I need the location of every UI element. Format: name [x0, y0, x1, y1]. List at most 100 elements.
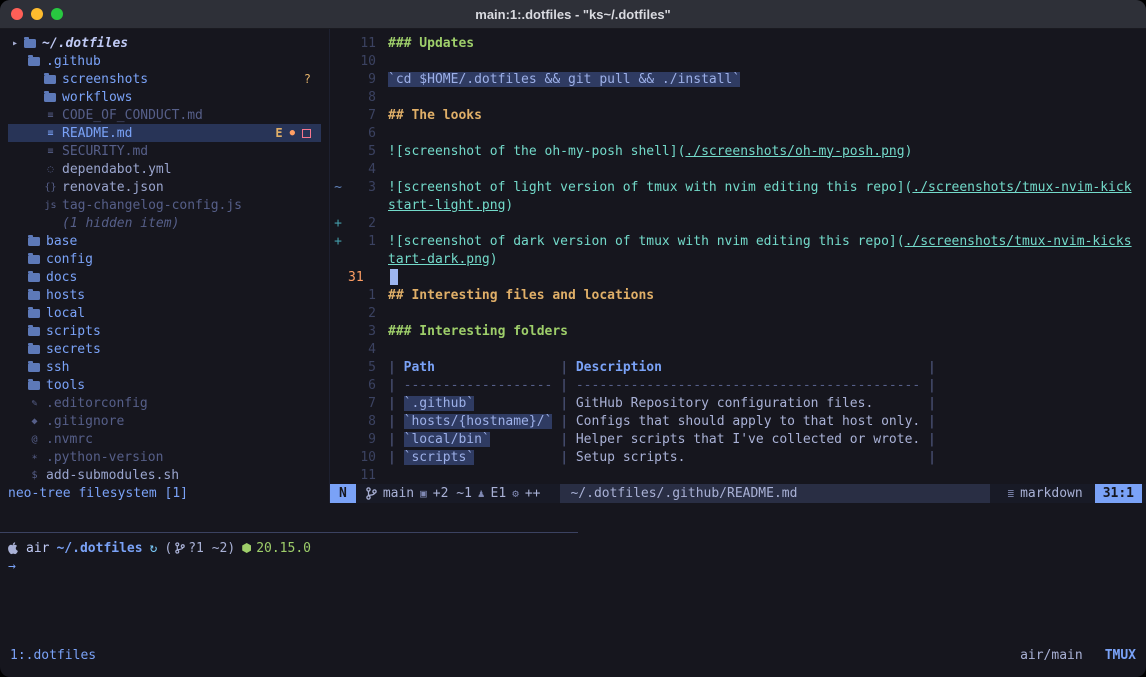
editor-line[interactable]: 2: [330, 304, 1146, 322]
maximize-button[interactable]: [51, 8, 63, 20]
tree-item-workflows[interactable]: workflows: [8, 88, 321, 106]
filetype-label: markdown: [1020, 486, 1083, 501]
tree-item-base[interactable]: base: [8, 232, 321, 250]
editor-line[interactable]: 3### Interesting folders: [330, 322, 1146, 340]
tree-item-local[interactable]: local: [8, 304, 321, 322]
editor-line[interactable]: 1## Interesting files and locations: [330, 286, 1146, 304]
prompt-input-line[interactable]: →: [8, 557, 1138, 575]
plugin-status: ++: [525, 486, 541, 501]
folder-icon: [28, 309, 40, 318]
tree-item-screenshots[interactable]: screenshots?: [8, 70, 321, 88]
editor-line[interactable]: +1![screenshot of dark version of tmux w…: [330, 232, 1146, 250]
window-title: main:1:.dotfiles - "ks~/.dotfiles": [475, 7, 670, 22]
git-branch-name: main: [383, 486, 414, 501]
tree-item-python-version[interactable]: ∗.python-version: [8, 448, 321, 466]
editor-line[interactable]: tart-dark.png): [330, 250, 1146, 268]
line-number: 7: [346, 396, 376, 411]
tree-item-add-submodules-sh[interactable]: $add-submodules.sh: [8, 466, 321, 484]
tree-item-scripts[interactable]: scripts: [8, 322, 321, 340]
tree-item-label: hosts: [46, 288, 85, 303]
tree-item-label: renovate.json: [62, 180, 164, 195]
untracked-icon: ?: [304, 72, 311, 86]
editor-line[interactable]: 31: [330, 268, 1146, 286]
editor-line[interactable]: 9`cd $HOME/.dotfiles && git pull && ./in…: [330, 70, 1146, 88]
editor-line[interactable]: 8: [330, 88, 1146, 106]
tree-item-label: workflows: [62, 90, 132, 105]
markdown-file-icon: ≡: [44, 110, 57, 121]
tree-item-nvmrc[interactable]: @.nvmrc: [8, 430, 321, 448]
line-number: 1: [346, 234, 376, 249]
shell-prompt: air ~/.dotfiles ↻ ( ?1 ~2) 20.15.0: [8, 539, 1138, 557]
yaml-file-icon: ◌: [44, 164, 57, 175]
editor-line[interactable]: 5![screenshot of the oh-my-posh shell](.…: [330, 142, 1146, 160]
diff-icon: ▣: [420, 487, 427, 500]
editor-line[interactable]: +2: [330, 214, 1146, 232]
line-number: 11: [346, 468, 376, 483]
editor-line[interactable]: 10| `scripts` | Setup scripts. |: [330, 448, 1146, 466]
tree-item-label: scripts: [46, 324, 101, 339]
editor-line[interactable]: 10: [330, 52, 1146, 70]
editor-line[interactable]: 7| `.github` | GitHub Repository configu…: [330, 394, 1146, 412]
expander-icon[interactable]: ▸: [12, 38, 24, 49]
editor-line[interactable]: 6: [330, 124, 1146, 142]
editor-line[interactable]: start-light.png): [330, 196, 1146, 214]
neotree-status-label: neo-tree filesystem [1]: [8, 486, 188, 501]
shell-file-icon: $: [28, 470, 41, 481]
editor-line[interactable]: 4: [330, 160, 1146, 178]
tree-item-tools[interactable]: tools: [8, 376, 321, 394]
tree-item-label: ssh: [46, 360, 69, 375]
editor-line[interactable]: 6| ------------------- | ---------------…: [330, 376, 1146, 394]
editor-line[interactable]: ~3![screenshot of light version of tmux …: [330, 178, 1146, 196]
editor-line[interactable]: 5| Path | Description |: [330, 358, 1146, 376]
line-text: tart-dark.png): [376, 252, 498, 267]
minimize-button[interactable]: [31, 8, 43, 20]
tree-item-dotfiles[interactable]: ▸~/.dotfiles: [8, 34, 321, 52]
tree-item-dependabot-yml[interactable]: ◌dependabot.yml: [8, 160, 321, 178]
editor-buffer[interactable]: 11### Updates 10 9`cd $HOME/.dotfiles &&…: [330, 29, 1146, 484]
line-text: ## Interesting files and locations: [376, 288, 654, 303]
editor-line[interactable]: 7## The looks: [330, 106, 1146, 124]
line-text: | ------------------- | ----------------…: [376, 378, 936, 393]
editor-line[interactable]: 9| `local/bin` | Helper scripts that I'v…: [330, 430, 1146, 448]
markdown-file-icon: ≡: [44, 128, 57, 139]
line-number: 4: [346, 342, 376, 357]
line-text: `cd $HOME/.dotfiles && git pull && ./ins…: [376, 72, 740, 87]
tree-item-label: base: [46, 234, 77, 249]
tree-item-docs[interactable]: docs: [8, 268, 321, 286]
tree-item-secrets[interactable]: secrets: [8, 340, 321, 358]
editor-line[interactable]: 11### Updates: [330, 34, 1146, 52]
tree-item-tag-changelog-config-js[interactable]: jstag-changelog-config.js: [8, 196, 321, 214]
gutter-sign: ~: [330, 180, 346, 195]
tmux-window-tab[interactable]: 1:.dotfiles: [10, 648, 96, 663]
git-counts: ?1 ~2): [188, 541, 235, 556]
diagnostics-icon: ♟: [478, 487, 485, 500]
tree-item-ssh[interactable]: ssh: [8, 358, 321, 376]
tree-item-hosts[interactable]: hosts: [8, 286, 321, 304]
tree-item-renovate-json[interactable]: {}renovate.json: [8, 178, 321, 196]
close-button[interactable]: [11, 8, 23, 20]
tree-item-github[interactable]: .github: [8, 52, 321, 70]
line-number: 2: [346, 306, 376, 321]
gutter-sign: [330, 378, 346, 393]
folder-icon: [28, 381, 40, 390]
editor-line[interactable]: 4: [330, 340, 1146, 358]
shell-pane[interactable]: air ~/.dotfiles ↻ ( ?1 ~2) 20.15.0 →: [0, 532, 1146, 645]
gutter-sign: [330, 198, 346, 213]
gutter-sign: [330, 450, 346, 465]
tmux-pane-divider[interactable]: [0, 532, 578, 533]
tree-item-editorconfig[interactable]: ✎.editorconfig: [8, 394, 321, 412]
line-number: 3: [346, 180, 376, 195]
tree-item-code-of-conduct-md[interactable]: ≡CODE_OF_CONDUCT.md: [8, 106, 321, 124]
tree-item-1-hidden-item[interactable]: (1 hidden item): [8, 214, 321, 232]
tree-item-security-md[interactable]: ≡SECURITY.md: [8, 142, 321, 160]
tree-item-label: .gitignore: [46, 414, 124, 429]
neotree-statusline: neo-tree filesystem [1]: [0, 484, 330, 503]
editor-line[interactable]: 11: [330, 466, 1146, 484]
line-number: 10: [346, 54, 376, 69]
editor-line[interactable]: 8| `hosts/{hostname}/` | Configs that sh…: [330, 412, 1146, 430]
tree-item-gitignore[interactable]: ◆.gitignore: [8, 412, 321, 430]
line-text: | `local/bin` | Helper scripts that I've…: [376, 432, 936, 447]
tree-item-readme-md[interactable]: ≡README.mdE●: [8, 124, 321, 142]
line-text: ![screenshot of the oh-my-posh shell](./…: [376, 144, 912, 159]
tree-item-config[interactable]: config: [8, 250, 321, 268]
